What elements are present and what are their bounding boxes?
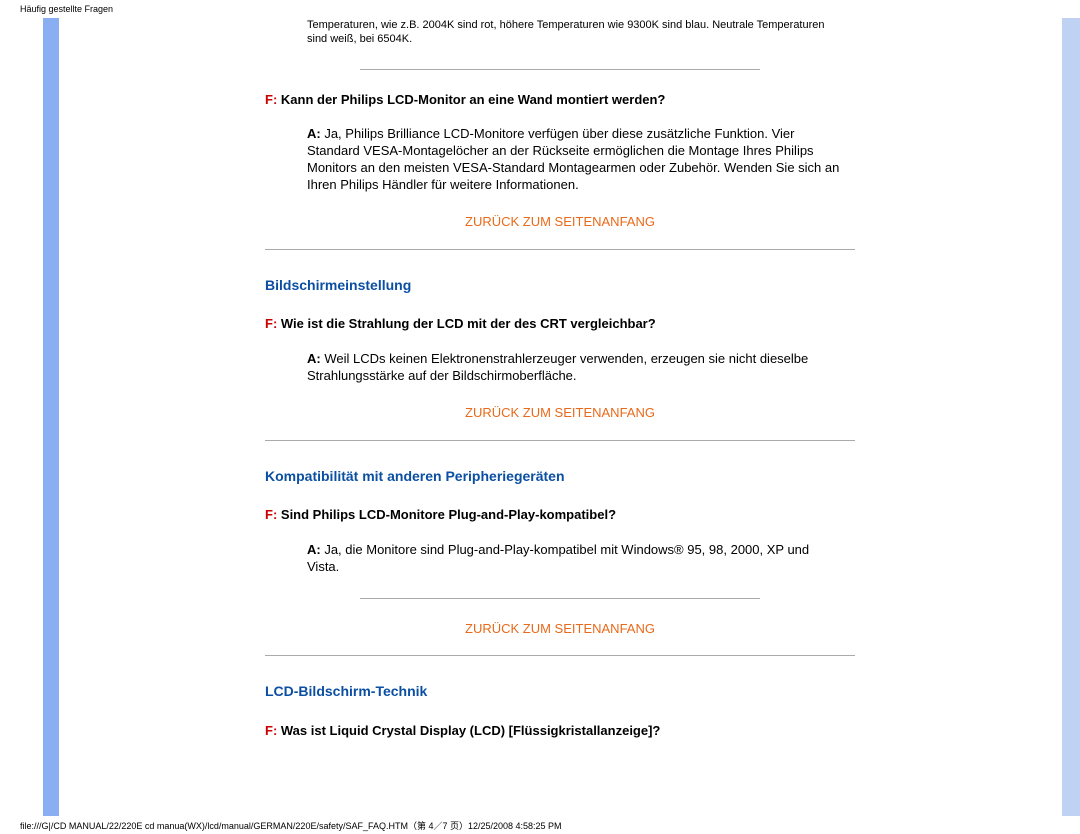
question-prefix: F: (265, 316, 277, 331)
section-heading-3: Kompatibilität mit anderen Peripherieger… (265, 467, 855, 485)
answer-prefix: A: (307, 126, 321, 141)
footer-path-text: file:///G|/CD MANUAL/22/220E cd manua(WX… (20, 819, 562, 832)
back-to-top-link[interactable]: ZURÜCK ZUM SEITENANFANG (265, 405, 855, 422)
back-to-top-link[interactable]: ZURÜCK ZUM SEITENANFANG (265, 621, 855, 638)
separator-full (265, 440, 855, 441)
answer-text: Weil LCDs keinen Elektronenstrahlerzeuge… (307, 351, 808, 383)
answer-prefix: A: (307, 351, 321, 366)
separator-full (265, 655, 855, 656)
answer-text: Ja, die Monitore sind Plug-and-Play-komp… (307, 542, 809, 574)
intro-paragraph: Temperaturen, wie z.B. 2004K sind rot, h… (307, 18, 840, 47)
page-header-text: Häufig gestellte Fragen (20, 4, 113, 14)
question-text: Sind Philips LCD-Monitore Plug-and-Play-… (277, 507, 616, 522)
separator-short (360, 69, 760, 70)
back-to-top-link[interactable]: ZURÜCK ZUM SEITENANFANG (265, 214, 855, 231)
question-3: F: Sind Philips LCD-Monitore Plug-and-Pl… (265, 507, 855, 524)
answer-text: Ja, Philips Brilliance LCD-Monitore verf… (307, 126, 839, 192)
question-4: F: Was ist Liquid Crystal Display (LCD) … (265, 723, 855, 740)
answer-1: A: Ja, Philips Brilliance LCD-Monitore v… (307, 126, 840, 194)
answer-2: A: Weil LCDs keinen Elektronenstrahlerze… (307, 351, 840, 385)
main-content: Temperaturen, wie z.B. 2004K sind rot, h… (265, 18, 855, 758)
section-heading-4: LCD-Bildschirm-Technik (265, 682, 855, 700)
question-text: Wie ist die Strahlung der LCD mit der de… (277, 316, 655, 331)
question-2: F: Wie ist die Strahlung der LCD mit der… (265, 316, 855, 333)
question-1: F: Kann der Philips LCD-Monitor an eine … (265, 92, 855, 109)
right-accent-strip (1062, 18, 1080, 816)
question-text: Kann der Philips LCD-Monitor an eine Wan… (277, 92, 665, 107)
left-accent-strip (43, 18, 59, 816)
question-text: Was ist Liquid Crystal Display (LCD) [Fl… (277, 723, 660, 738)
question-prefix: F: (265, 507, 277, 522)
answer-3: A: Ja, die Monitore sind Plug-and-Play-k… (307, 542, 840, 576)
separator-full (265, 249, 855, 250)
section-heading-2: Bildschirmeinstellung (265, 276, 855, 294)
question-prefix: F: (265, 723, 277, 738)
question-prefix: F: (265, 92, 277, 107)
answer-prefix: A: (307, 542, 321, 557)
separator-short (360, 598, 760, 599)
